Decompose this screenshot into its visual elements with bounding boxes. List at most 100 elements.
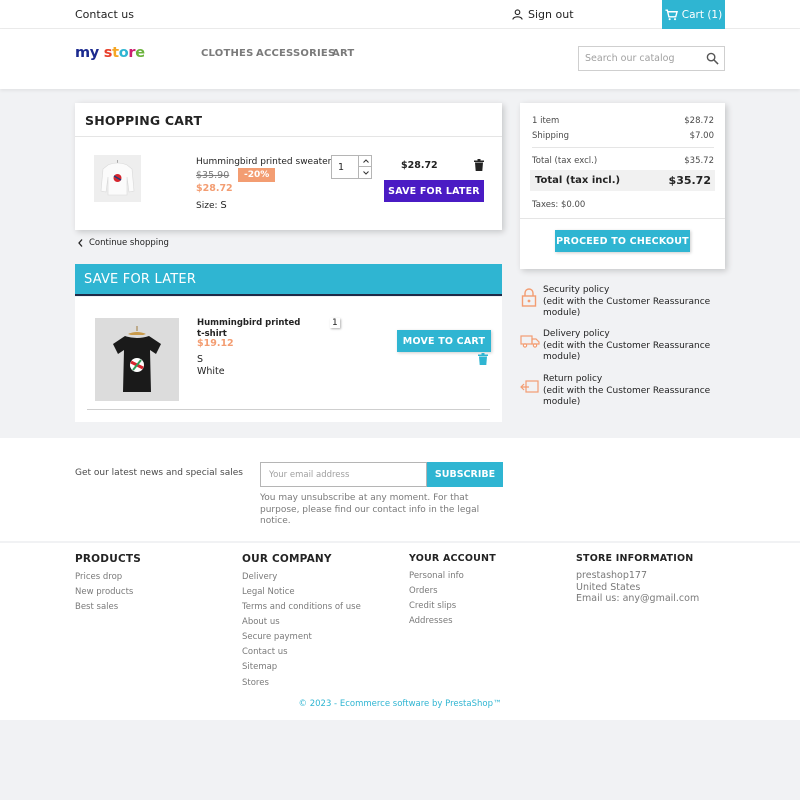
newsletter-email-input[interactable]: Your email address: [260, 462, 427, 487]
summary-total-excl-value: $35.72: [684, 156, 714, 166]
newsletter-label: Get our latest news and special sales: [75, 468, 243, 478]
sign-out-label: Sign out: [528, 8, 574, 21]
save-for-later-list: Hummingbird printed t-shirt $19.12 S Whi…: [75, 297, 502, 422]
cart-title: SHOPPING CART: [85, 113, 203, 128]
footer-link[interactable]: Orders: [409, 586, 438, 596]
reassurance-title: Delivery policy: [543, 329, 610, 339]
trash-icon[interactable]: [478, 353, 488, 365]
summary-shipping-row: Shipping $7.00: [532, 131, 714, 141]
footer-link[interactable]: New products: [75, 587, 133, 597]
sweater-thumbnail[interactable]: [94, 155, 141, 202]
sweater-image: [94, 155, 141, 202]
search-input[interactable]: Search our catalog: [578, 46, 725, 71]
summary-shipping-label: Shipping: [532, 131, 570, 141]
footer-account-title: YOUR ACCOUNT: [409, 553, 496, 564]
discount-badge: -20%: [238, 168, 276, 182]
nav-clothes[interactable]: CLOTHES: [201, 48, 253, 59]
reassurance-return: Return policy (edit with the Customer Rea…: [520, 374, 725, 409]
contact-us-link[interactable]: Contact us: [75, 8, 134, 21]
copyright[interactable]: © 2023 - Ecommerce software by PrestaSho…: [0, 699, 800, 709]
newsletter-section: Get our latest news and special sales Yo…: [0, 438, 800, 541]
footer-link[interactable]: Personal info: [409, 571, 464, 581]
divider: [75, 136, 502, 137]
saved-product-price: $19.12: [197, 338, 234, 349]
footer-link[interactable]: About us: [242, 617, 280, 627]
quantity-increase[interactable]: [358, 156, 372, 167]
discounted-price: $28.72: [196, 183, 233, 194]
summary-total-excl-label: Total (tax excl.): [532, 156, 598, 166]
footer-link[interactable]: Prices drop: [75, 572, 122, 582]
lock-icon: [521, 288, 537, 307]
shopping-cart-icon: [665, 8, 678, 20]
search-icon[interactable]: [706, 52, 719, 65]
shopping-cart-card: SHOPPING CART Hummingbird printed sweate…: [75, 103, 502, 230]
proceed-to-checkout-button[interactable]: PROCEED TO CHECKOUT: [555, 230, 690, 252]
reassurance-desc: (edit with the Customer Reassurance modu…: [543, 385, 711, 408]
logo-text: t: [112, 45, 119, 61]
quantity-decrease[interactable]: [358, 167, 372, 178]
logo-text: s: [103, 45, 113, 61]
main-header: my store CLOTHES ACCESSORIES ART Search …: [0, 29, 800, 89]
chevron-up-icon: [362, 159, 369, 163]
store-email[interactable]: Email us: any@gmail.com: [576, 593, 699, 605]
saved-product-name[interactable]: Hummingbird printed t-shirt: [197, 318, 307, 339]
nav-art[interactable]: ART: [332, 48, 354, 59]
quantity-value: 1: [338, 162, 345, 173]
size-row: Size: S: [196, 200, 227, 211]
footer-link[interactable]: Best sales: [75, 602, 118, 612]
subscribe-button[interactable]: SUBSCRIBE: [427, 462, 503, 487]
divider: [532, 147, 714, 148]
cart-label: Cart (1): [681, 8, 723, 21]
footer-link[interactable]: Delivery: [242, 572, 277, 582]
top-bar: Contact us Sign out Cart (1): [0, 0, 800, 29]
chevron-down-icon: [362, 170, 369, 175]
trash-icon[interactable]: [474, 159, 484, 171]
continue-shopping-link[interactable]: Continue shopping: [78, 238, 169, 248]
move-to-cart-button[interactable]: MOVE TO CART: [397, 330, 491, 352]
quantity-stepper[interactable]: 1: [331, 155, 372, 179]
footer-link[interactable]: Terms and conditions of use: [242, 602, 361, 612]
product-name[interactable]: Hummingbird printed sweater: [196, 157, 331, 167]
size-value: S: [220, 200, 227, 211]
footer-link[interactable]: Contact us: [242, 647, 288, 657]
regular-price: $35.90: [196, 170, 230, 181]
reassurance-desc: (edit with the Customer Reassurance modu…: [543, 296, 711, 319]
summary-items-value: $28.72: [684, 116, 714, 126]
store-logo[interactable]: my store: [75, 45, 145, 61]
reassurance-delivery: Delivery policy (edit with the Customer R…: [520, 329, 725, 364]
footer-products-title: PRODUCTS: [75, 553, 141, 565]
footer-link[interactable]: Credit slips: [409, 601, 456, 611]
footer-link[interactable]: Sitemap: [242, 662, 277, 672]
summary-total-incl-row: Total (tax incl.) $35.72: [530, 170, 715, 191]
save-for-later-button[interactable]: SAVE FOR LATER: [384, 180, 484, 202]
line-total: $28.72: [401, 160, 438, 171]
user-icon: [512, 9, 523, 20]
continue-shopping-label: Continue shopping: [89, 238, 169, 248]
saved-product-quantity[interactable]: 1: [330, 318, 340, 328]
divider: [520, 218, 725, 219]
store-info: prestashop177 United States Email us: an…: [576, 570, 699, 605]
summary-total-incl-label: Total (tax incl.): [535, 175, 621, 186]
footer-link[interactable]: Legal Notice: [242, 587, 295, 597]
cart-button[interactable]: Cart (1): [662, 0, 725, 29]
sign-out-link[interactable]: Sign out: [512, 8, 574, 21]
footer: PRODUCTS Prices drop New products Best s…: [0, 543, 800, 720]
nav-accessories[interactable]: ACCESSORIES: [256, 48, 335, 59]
size-label: Size:: [196, 201, 218, 211]
summary-shipping-value: $7.00: [689, 131, 714, 141]
saved-product-color: White: [197, 366, 225, 377]
cart-summary: 1 item $28.72 Shipping $7.00 Total (tax …: [520, 103, 725, 269]
tshirt-image: [95, 318, 179, 401]
newsletter-note: You may unsubscribe at any moment. For t…: [260, 493, 480, 526]
footer-link[interactable]: Secure payment: [242, 632, 312, 642]
logo-text: my: [75, 45, 99, 61]
logo-text: e: [135, 45, 145, 61]
summary-total-excl-row: Total (tax excl.) $35.72: [532, 156, 714, 166]
footer-link[interactable]: Stores: [242, 678, 269, 688]
search-placeholder: Search our catalog: [585, 53, 675, 64]
divider: [87, 409, 490, 410]
summary-taxes: Taxes: $0.00: [532, 200, 586, 210]
tshirt-thumbnail[interactable]: [95, 318, 179, 401]
footer-link[interactable]: Addresses: [409, 616, 453, 626]
reassurance-security: Security policy (edit with the Customer R…: [520, 285, 725, 320]
